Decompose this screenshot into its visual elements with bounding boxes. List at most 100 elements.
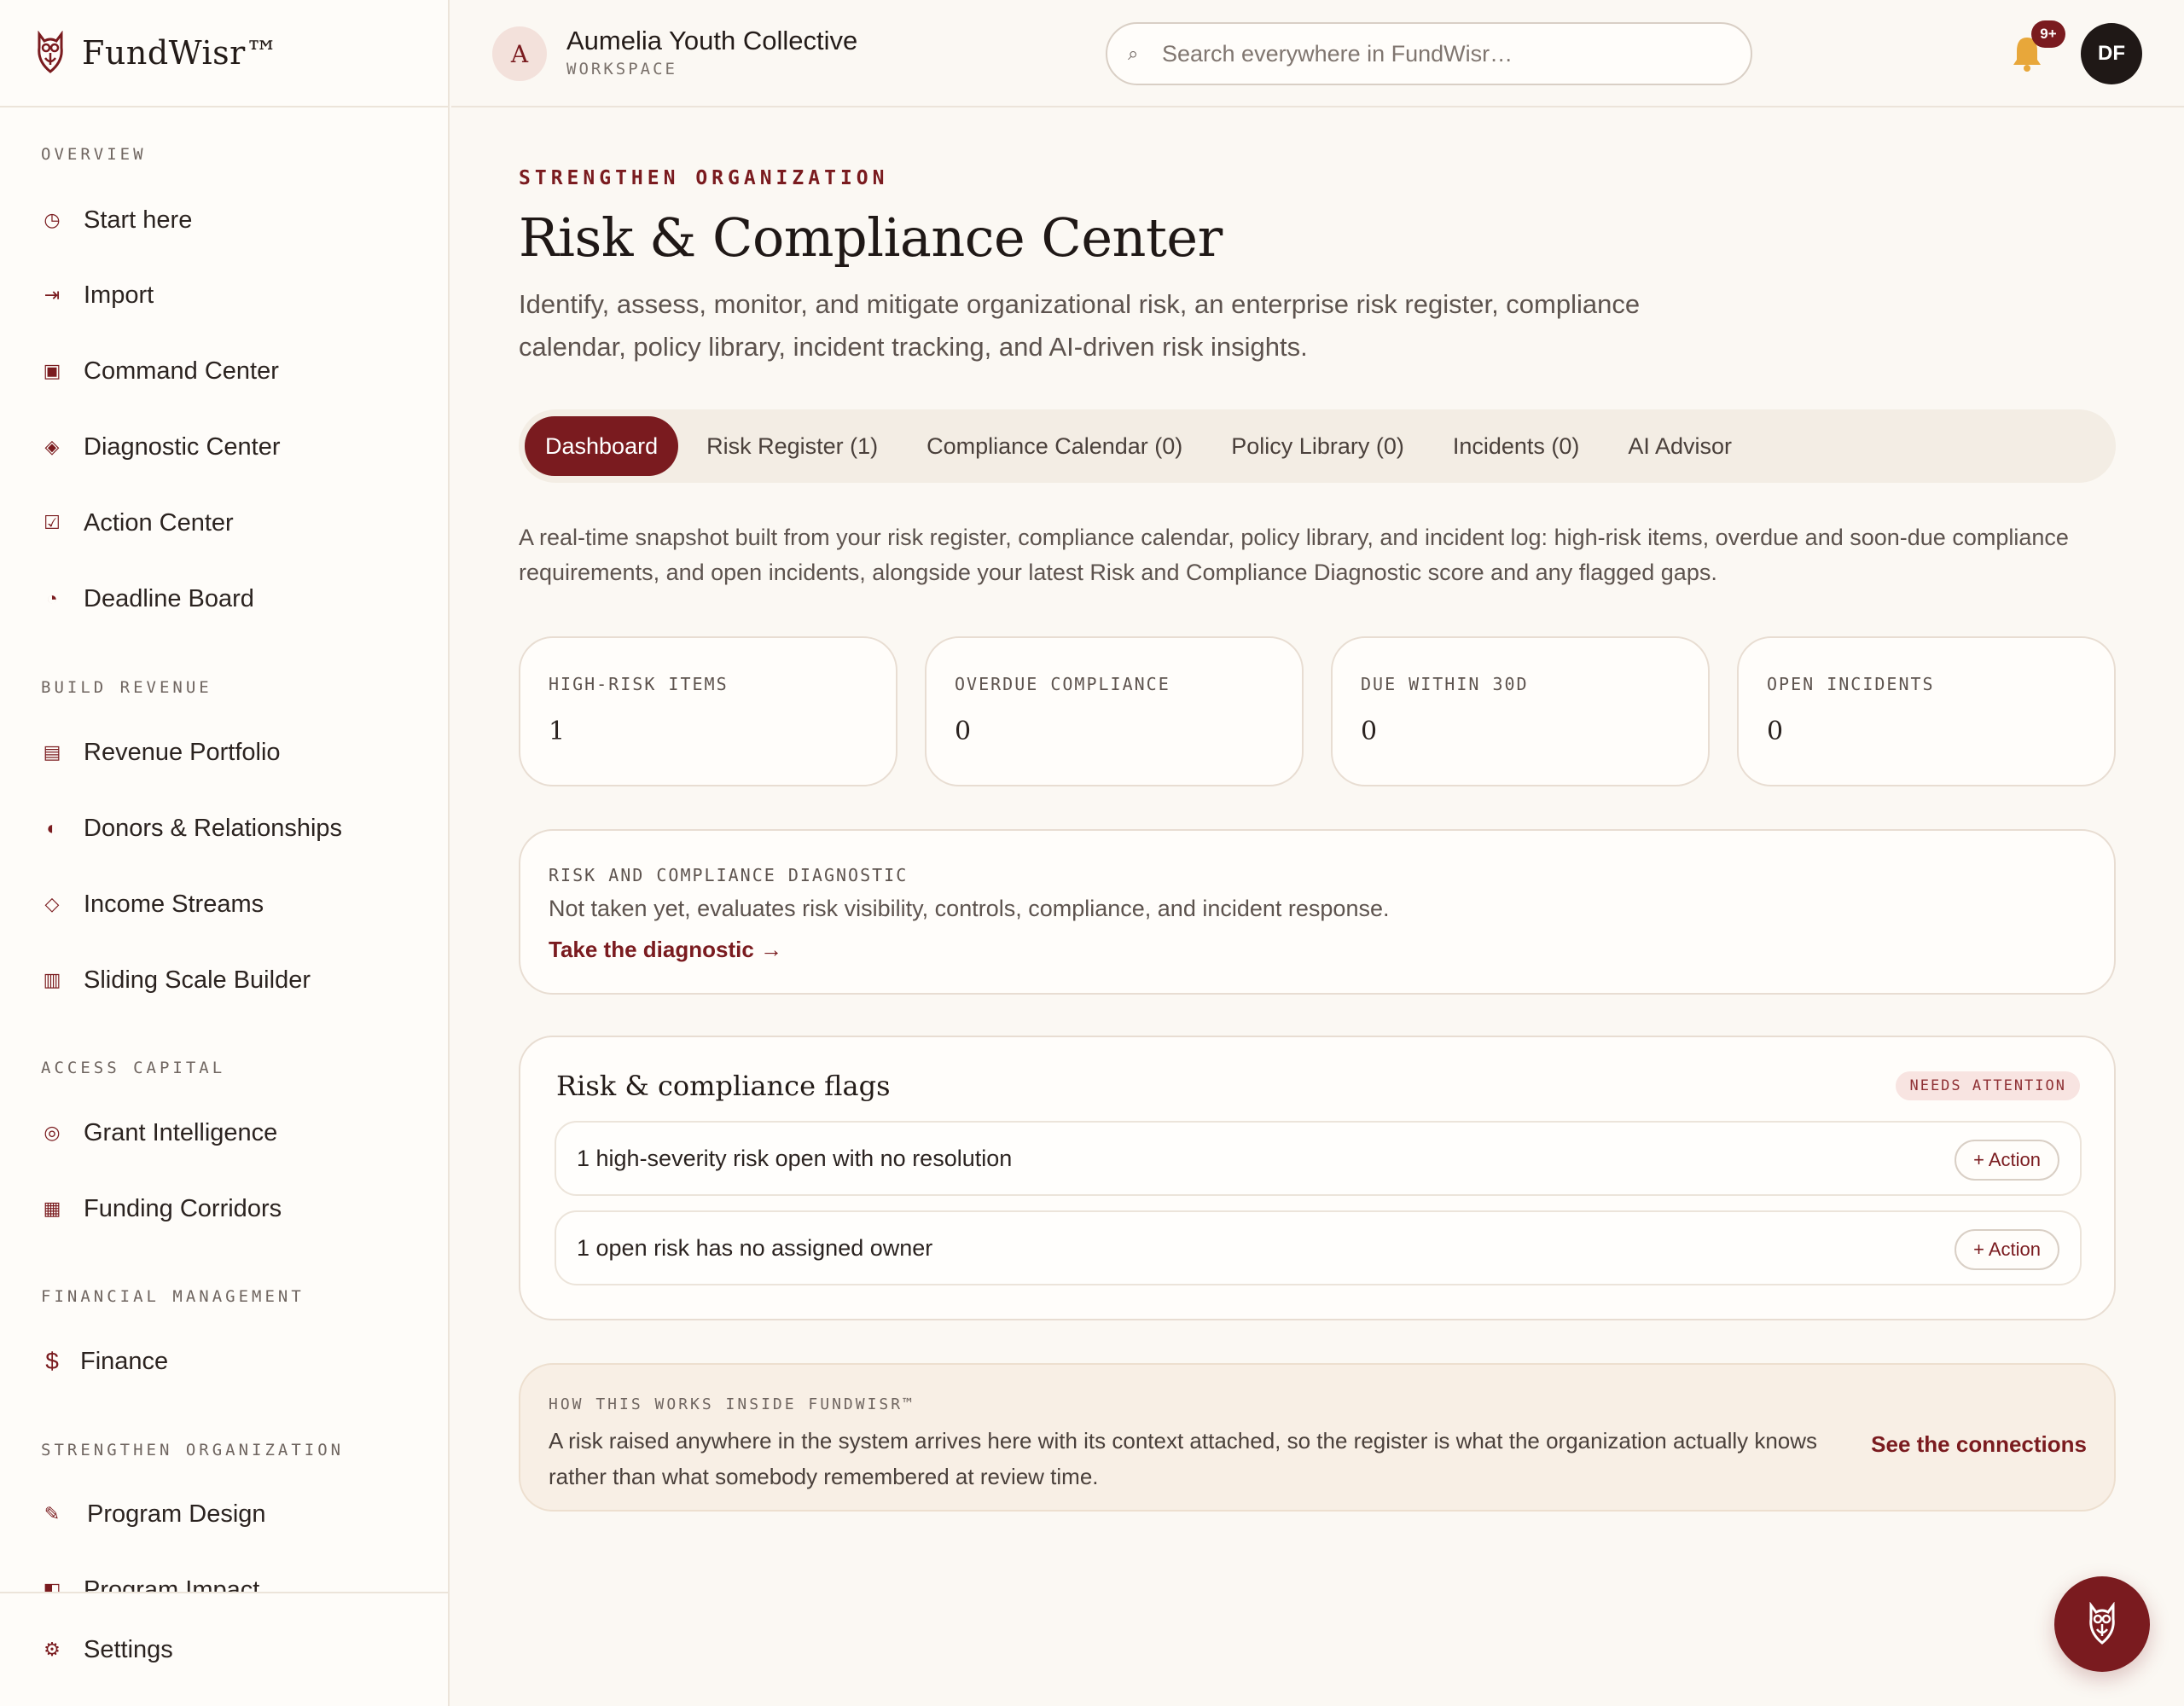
sidebar-item-command-center[interactable]: ▣ Command Center [0, 345, 448, 397]
nav-section-strengthen-organization: STRENGTHEN ORGANIZATION [41, 1441, 345, 1459]
add-action-button[interactable]: + Action [1955, 1229, 2059, 1270]
owl-logo-icon [38, 31, 63, 73]
sidebar-item-settings[interactable]: ⚙ Settings [0, 1592, 448, 1706]
how-it-works-label: HOW THIS WORKS INSIDE FUNDWISR™ [549, 1396, 915, 1413]
workspace-name[interactable]: Aumelia Youth Collective [566, 26, 857, 56]
diamond-outline-icon: ◇ [44, 893, 60, 914]
stat-label: OVERDUE COMPLIANCE [955, 674, 1170, 694]
sidebar-item-sliding-scale-builder[interactable]: ▥ Sliding Scale Builder [0, 955, 448, 1006]
checkbox-icon: ☑ [44, 512, 61, 533]
sidebar-item-label: Program Impact [84, 1575, 260, 1593]
diagnostic-label: RISK AND COMPLIANCE DIAGNOSTIC [549, 865, 909, 885]
sidebar-item-label: Income Streams [84, 890, 264, 918]
how-it-works-card: HOW THIS WORKS INSIDE FUNDWISR™ A risk r… [519, 1363, 2116, 1512]
import-arrow-icon: ⇥ [44, 284, 61, 305]
tab-bar: Dashboard Risk Register (1) Compliance C… [519, 409, 2116, 483]
sidebar-item-label: Revenue Portfolio [84, 738, 281, 766]
sidebar-item-program-design[interactable]: ✎ Program Design [0, 1488, 448, 1540]
workspace-avatar[interactable]: A [492, 26, 547, 81]
take-diagnostic-link[interactable]: Take the diagnostic → [549, 937, 782, 963]
stat-label: DUE WITHIN 30D [1361, 674, 1529, 694]
tab-compliance-calendar[interactable]: Compliance Calendar (0) [906, 416, 1203, 476]
sidebar-item-label: Start here [84, 206, 193, 234]
sidebar-item-grant-intelligence[interactable]: ◎ Grant Intelligence [0, 1107, 448, 1158]
global-search[interactable]: ⌕ [1106, 22, 1752, 85]
sidebar-item-label: Sliding Scale Builder [84, 966, 311, 994]
square-target-icon: ▣ [43, 360, 61, 381]
dashboard-intro: A real-time snapshot built from your ris… [519, 525, 2069, 585]
sidebar-item-label: Diagnostic Center [84, 432, 281, 461]
diagnostic-card: RISK AND COMPLIANCE DIAGNOSTIC Not taken… [519, 829, 2116, 995]
pencil-icon: ✎ [44, 1503, 61, 1524]
flag-row: 1 high-severity risk open with no resolu… [555, 1121, 2082, 1196]
sidebar-item-label: Action Center [84, 508, 234, 537]
flag-row: 1 open risk has no assigned owner + Acti… [555, 1210, 2082, 1285]
sidebar-item-label: Funding Corridors [84, 1194, 282, 1222]
target-circle-icon: ◎ [44, 1122, 61, 1143]
bars-box-icon: ▥ [43, 969, 61, 990]
half-square-icon: ◧ [43, 1579, 61, 1592]
sidebar-nav: OVERVIEW ◷ Start here ⇥ Import ▣ Command… [0, 109, 448, 1592]
stat-card-overdue-compliance: OVERDUE COMPLIANCE 0 [925, 636, 1304, 786]
tab-ai-advisor[interactable]: AI Advisor [1607, 416, 1752, 476]
tab-risk-register[interactable]: Risk Register (1) [686, 416, 898, 476]
stat-card-open-incidents: OPEN INCIDENTS 0 [1737, 636, 2116, 786]
sidebar-item-label: Finance [80, 1347, 169, 1375]
sidebar-item-income-streams[interactable]: ◇ Income Streams [0, 879, 448, 930]
sidebar-item-revenue-portfolio[interactable]: ▤ Revenue Portfolio [0, 727, 448, 778]
nav-section-access-capital: ACCESS CAPITAL [41, 1059, 226, 1077]
flag-text: 1 high-severity risk open with no resolu… [577, 1145, 1013, 1171]
sidebar-item-finance[interactable]: $ Finance [0, 1336, 448, 1387]
sidebar-item-label: Program Design [87, 1500, 266, 1528]
page-title: Risk & Compliance Center [519, 206, 1223, 269]
workspace-label: WORKSPACE [566, 60, 677, 78]
brand-logo[interactable]: FundWisr™ [0, 0, 448, 107]
clock-icon: ◷ [44, 209, 61, 230]
tab-dashboard[interactable]: Dashboard [525, 416, 679, 476]
see-connections-link[interactable]: See the connections [1871, 1431, 2087, 1458]
nav-section-build-revenue: BUILD REVENUE [41, 678, 212, 697]
sidebar-item-import[interactable]: ⇥ Import [0, 270, 448, 321]
sidebar-item-label: Import [84, 281, 154, 309]
page-eyebrow: STRENGTHEN ORGANIZATION [519, 167, 889, 189]
brand-name: FundWisr™ [82, 34, 279, 72]
sidebar-item-label: Grant Intelligence [84, 1118, 278, 1146]
stat-value: 0 [1361, 717, 1378, 746]
add-action-button[interactable]: + Action [1955, 1140, 2059, 1181]
tab-incidents[interactable]: Incidents (0) [1432, 416, 1600, 476]
gear-icon: ⚙ [44, 1639, 61, 1660]
tab-policy-library[interactable]: Policy Library (0) [1211, 416, 1425, 476]
sidebar-item-diagnostic-center[interactable]: ◈ Diagnostic Center [0, 421, 448, 473]
user-avatar[interactable]: DF [2081, 23, 2142, 84]
page-description: Identify, assess, monitor, and mitigate … [519, 289, 1641, 362]
search-input[interactable] [1162, 40, 1716, 67]
sidebar-item-action-center[interactable]: ☑ Action Center [0, 497, 448, 548]
sidebar-item-funding-corridors[interactable]: ▦ Funding Corridors [0, 1183, 448, 1234]
dollar-icon: $ [45, 1348, 59, 1374]
needs-attention-badge: NEEDS ATTENTION [1896, 1071, 2080, 1100]
list-box-icon: ▤ [43, 741, 61, 763]
sidebar-item-program-impact[interactable]: ◧ Program Impact [0, 1564, 448, 1593]
stat-card-due-within-30d: DUE WITHIN 30D 0 [1331, 636, 1710, 786]
stat-card-high-risk: HIGH-RISK ITEMS 1 [519, 636, 897, 786]
stat-value: 1 [549, 717, 566, 746]
sidebar: FundWisr™ OVERVIEW ◷ Start here ⇥ Import… [0, 0, 450, 1706]
flags-title: Risk & compliance flags [556, 1070, 891, 1102]
sidebar-item-start-here[interactable]: ◷ Start here [0, 194, 448, 246]
sidebar-item-label: Command Center [84, 357, 279, 385]
search-icon: ⌕ [1128, 43, 1139, 64]
nav-section-overview: OVERVIEW [41, 145, 147, 164]
diamond-dot-icon: ◈ [44, 436, 60, 457]
settings-label: Settings [84, 1635, 173, 1663]
stat-value: 0 [955, 717, 972, 746]
sidebar-item-label: Deadline Board [84, 584, 254, 612]
nav-section-financial-management: FINANCIAL MANAGEMENT [41, 1287, 305, 1306]
stat-label: OPEN INCIDENTS [1767, 674, 1935, 694]
notification-badge: 9+ [2031, 20, 2065, 48]
sidebar-item-donors-relationships[interactable]: ◐ Donors & Relationships [0, 803, 448, 854]
assistant-fab-button[interactable] [2054, 1576, 2150, 1672]
flag-text: 1 open risk has no assigned owner [577, 1234, 933, 1261]
sidebar-item-deadline-board[interactable]: ◔ Deadline Board [0, 573, 448, 624]
stat-label: HIGH-RISK ITEMS [549, 674, 729, 694]
stat-value: 0 [1767, 717, 1784, 746]
